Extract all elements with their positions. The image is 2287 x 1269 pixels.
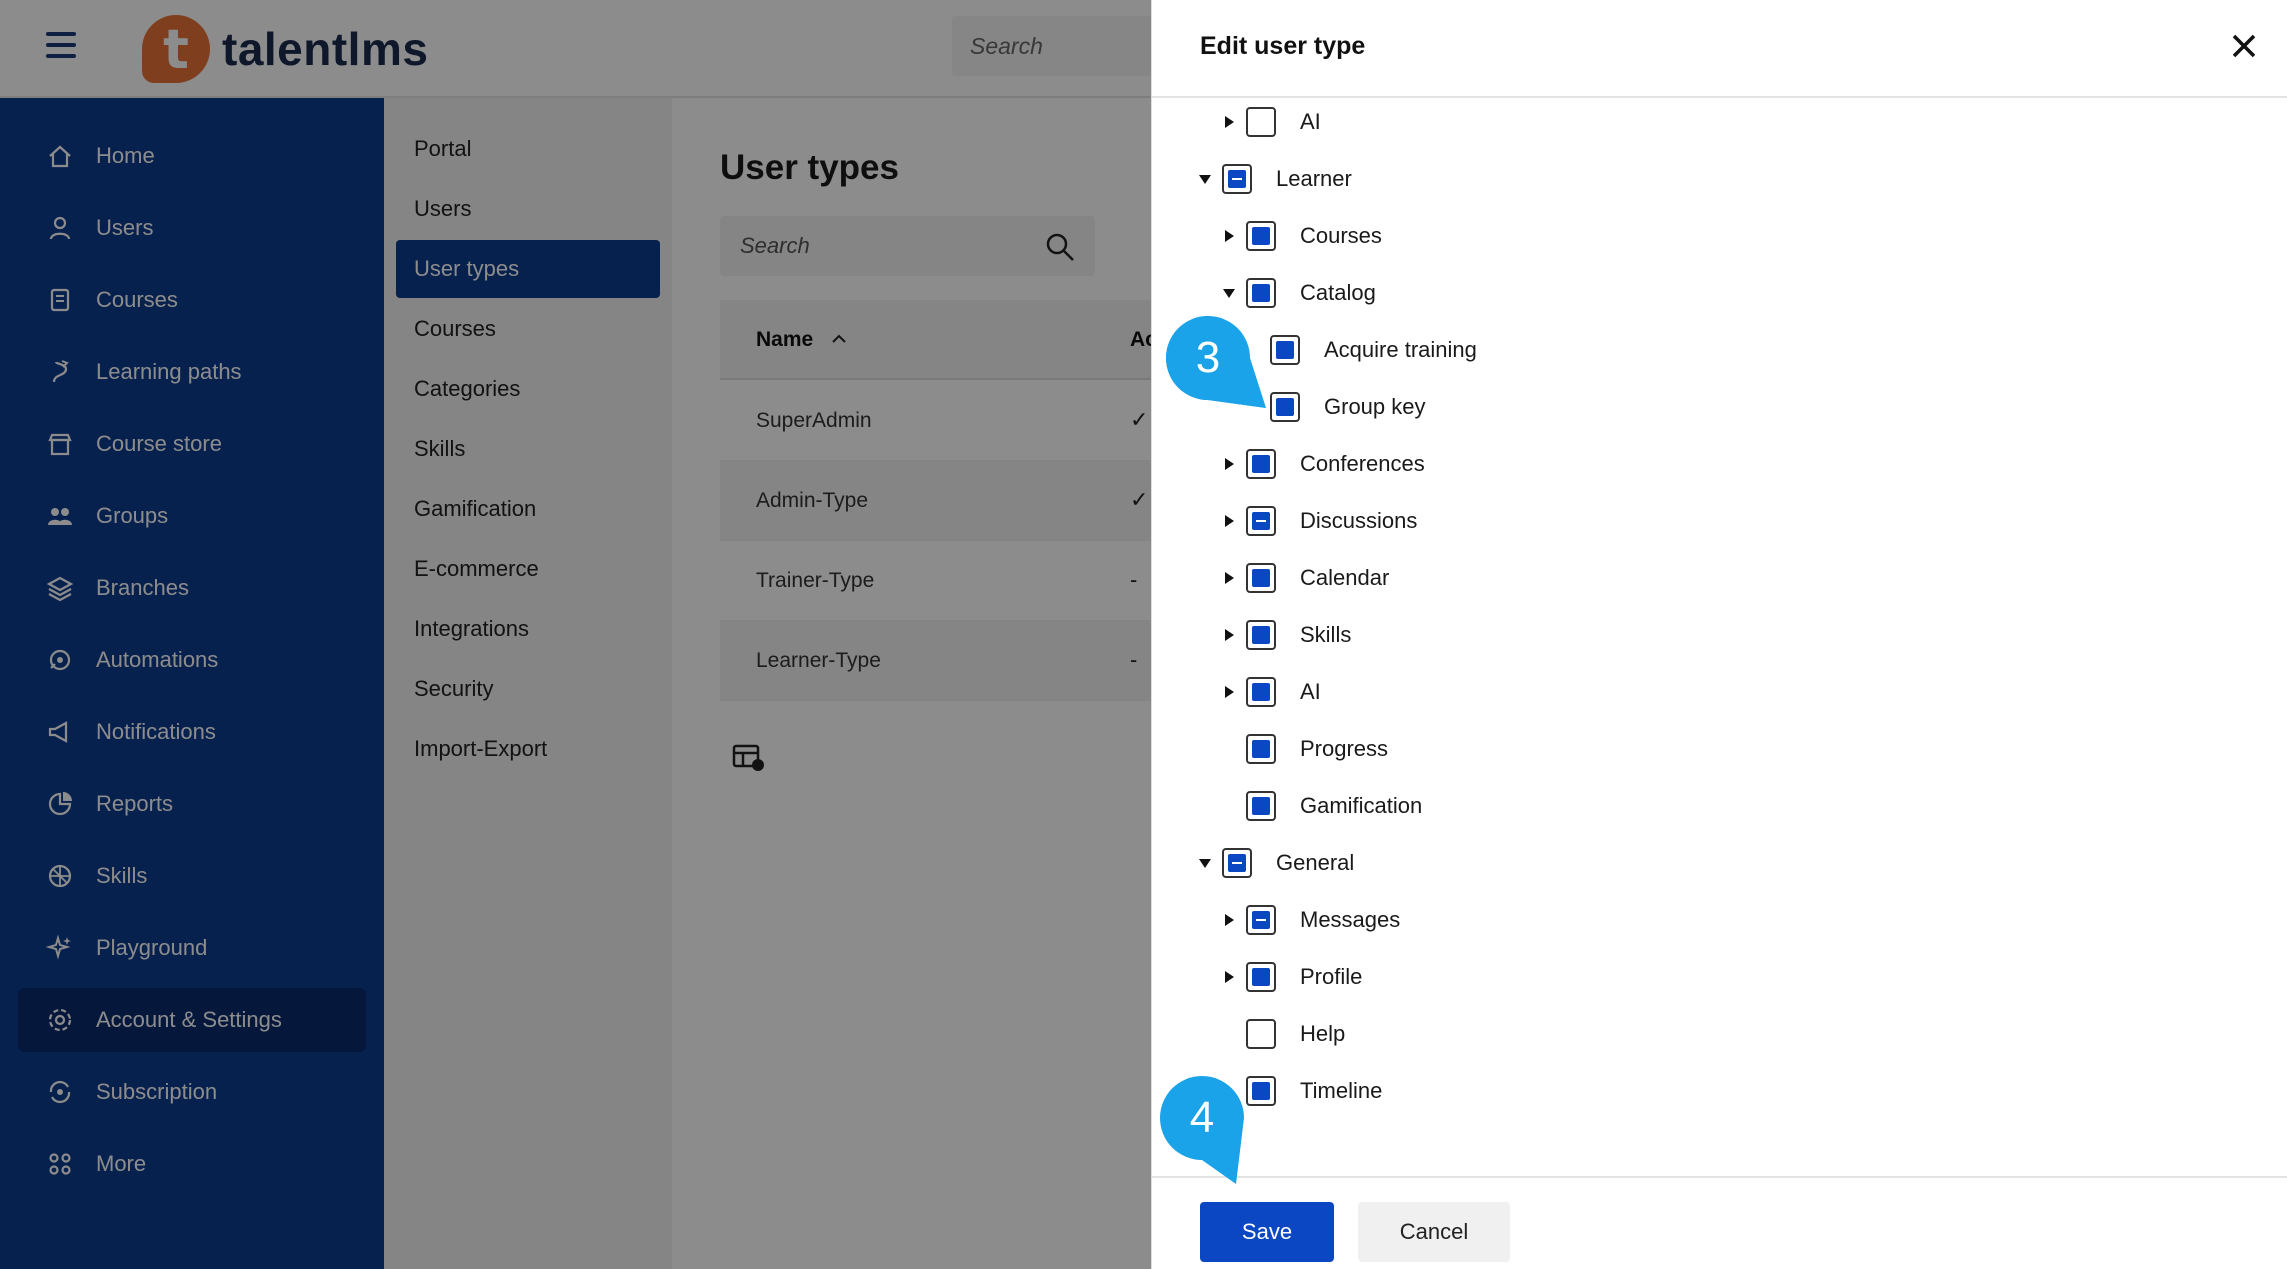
permission-label: Timeline (1300, 1078, 1383, 1103)
step-4-number: 4 (1189, 1093, 1215, 1142)
permission-label: Calendar (1300, 565, 1390, 590)
permission-checkbox[interactable] (1246, 506, 1276, 536)
permission-checkbox[interactable] (1246, 107, 1276, 137)
step-3-callout: 3 (1166, 316, 1266, 408)
permission-label: AI (1300, 679, 1321, 704)
caret-spacer (1220, 740, 1238, 758)
cancel-button[interactable]: Cancel (1358, 1202, 1510, 1262)
permission-label: Group key (1324, 394, 1426, 419)
permission-label: Messages (1300, 907, 1401, 932)
permission-label: General (1276, 850, 1355, 875)
permission-label: Progress (1300, 736, 1389, 761)
tree-node-ai: AI (1220, 672, 1321, 712)
tree-node-profile: Profile (1220, 957, 1362, 997)
caret-right-icon[interactable] (1220, 683, 1238, 701)
tree-node-ai: AI (1220, 102, 1321, 142)
permission-checkbox[interactable] (1222, 848, 1252, 878)
drawer-title: Edit user type (1200, 32, 1366, 60)
permission-label: Conferences (1300, 451, 1425, 476)
permission-checkbox[interactable] (1246, 905, 1276, 935)
permission-checkbox[interactable] (1246, 278, 1276, 308)
caret-spacer (1220, 797, 1238, 815)
permission-checkbox[interactable] (1246, 620, 1276, 650)
permission-checkbox[interactable] (1246, 677, 1276, 707)
step-4-callout: 4 (1160, 1076, 1244, 1184)
caret-right-icon[interactable] (1220, 626, 1238, 644)
close-icon[interactable] (2228, 30, 2260, 62)
edit-user-type-drawer: Edit user type AI Learner Courses Catalog Ac… (1151, 0, 2287, 1269)
tree-node-courses: Courses (1220, 216, 1382, 256)
step-3-number: 3 (1195, 333, 1221, 382)
permission-checkbox[interactable] (1246, 962, 1276, 992)
permission-label: Skills (1300, 622, 1352, 647)
caret-down-icon[interactable] (1196, 854, 1214, 872)
tree-node-discussions: Discussions (1220, 501, 1417, 541)
tree-node-conferences: Conferences (1220, 444, 1425, 484)
permission-label: Courses (1300, 223, 1382, 248)
caret-spacer (1220, 1025, 1238, 1043)
caret-right-icon[interactable] (1220, 227, 1238, 245)
permission-label: Catalog (1300, 280, 1376, 305)
tree-node-skills: Skills (1220, 615, 1351, 655)
permission-label: Profile (1300, 964, 1363, 989)
tree-node-catalog: Catalog (1220, 273, 1376, 313)
caret-down-icon[interactable] (1220, 284, 1238, 302)
modal-backdrop[interactable] (0, 0, 1151, 1269)
drawer-footer: Save Cancel (1152, 1176, 2287, 1269)
permission-checkbox[interactable] (1222, 164, 1252, 194)
permission-label: Discussions (1300, 508, 1418, 533)
caret-right-icon[interactable] (1220, 569, 1238, 587)
permission-checkbox[interactable] (1246, 734, 1276, 764)
permission-label: Help (1300, 1021, 1346, 1046)
drawer-header: Edit user type (1152, 0, 2287, 98)
caret-right-icon[interactable] (1220, 455, 1238, 473)
tree-node-gamification: Gamification (1220, 786, 1422, 826)
permission-label: Acquire training (1324, 337, 1477, 362)
permission-checkbox[interactable] (1246, 1019, 1276, 1049)
tree-node-progress: Progress (1220, 729, 1388, 769)
caret-down-icon[interactable] (1196, 170, 1214, 188)
permission-label: Learner (1276, 166, 1352, 191)
tree-node-messages: Messages (1220, 900, 1400, 940)
caret-right-icon[interactable] (1220, 911, 1238, 929)
tree-node-learner: Learner (1196, 159, 1352, 199)
caret-right-icon[interactable] (1220, 113, 1238, 131)
tree-node-general: General (1196, 843, 1354, 883)
caret-right-icon[interactable] (1220, 512, 1238, 530)
permission-label: Gamification (1300, 793, 1423, 818)
save-button[interactable]: Save (1200, 1202, 1334, 1262)
caret-right-icon[interactable] (1220, 968, 1238, 986)
permissions-tree: AI Learner Courses Catalog Acquire training G… (1152, 98, 2287, 1176)
permission-checkbox[interactable] (1246, 791, 1276, 821)
tree-node-help: Help (1220, 1014, 1345, 1054)
tree-node-calendar: Calendar (1220, 558, 1389, 598)
permission-checkbox[interactable] (1246, 563, 1276, 593)
permission-label: AI (1300, 109, 1321, 134)
permission-checkbox[interactable] (1246, 449, 1276, 479)
permission-checkbox[interactable] (1246, 221, 1276, 251)
